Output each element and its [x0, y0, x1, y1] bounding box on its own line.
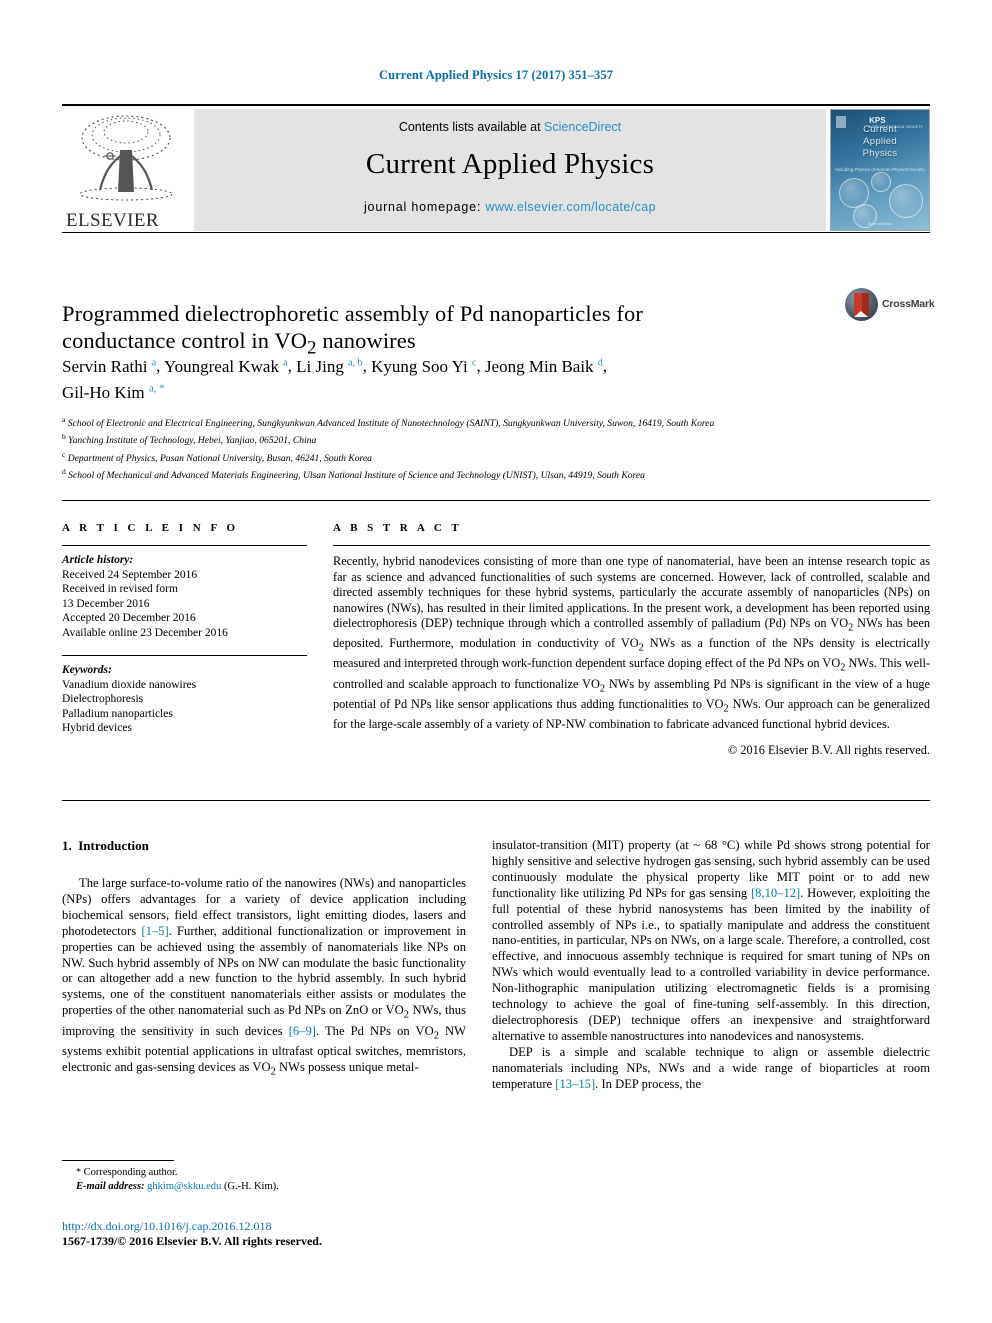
corresponding-author-label: Corresponding author.: [83, 1167, 178, 1178]
elsevier-tree-icon: [79, 115, 173, 201]
keywords-block: Keywords: Vanadium dioxide nanowires Die…: [62, 663, 307, 736]
corresponding-author-note: * Corresponding author.: [62, 1166, 466, 1180]
affiliation-item: b Yanching Institute of Technology, Hebe…: [62, 432, 317, 447]
title-divider: [62, 232, 930, 233]
author-entry[interactable]: Youngreal Kwak a: [164, 357, 288, 376]
abstract-column: A B S T R A C T Recently, hybrid nanodev…: [333, 522, 930, 758]
article-history-label: Article history:: [62, 554, 134, 566]
intro-paragraph-2: DEP is a simple and scalable technique t…: [492, 1044, 930, 1091]
citation-ref[interactable]: [6–9]: [289, 1024, 316, 1038]
contents-lists-line: Contents lists available at ScienceDirec…: [194, 109, 826, 134]
footnote-divider: [62, 1160, 174, 1161]
author-entry[interactable]: Gil-Ho Kim a, *: [62, 382, 165, 403]
crossmark-label: CrossMark: [882, 298, 935, 310]
citation-ref[interactable]: [13–15]: [555, 1077, 595, 1091]
body-divider: [62, 800, 930, 801]
keyword-item: Dielectrophoresis: [62, 693, 144, 705]
keyword-item: Palladium nanoparticles: [62, 707, 173, 720]
author-entry[interactable]: Jeong Min Baik d: [485, 357, 603, 376]
email-label: E-mail address:: [76, 1180, 145, 1192]
elsevier-logo: ELSEVIER: [62, 109, 190, 234]
article-info-column: A R T I C L E I N F O Article history: R…: [62, 522, 307, 736]
doi-link[interactable]: http://dx.doi.org/10.1016/j.cap.2016.12.…: [62, 1219, 562, 1234]
email-note: E-mail address: ghkim@skku.edu (G.-H. Ki…: [62, 1180, 466, 1194]
intro-paragraph-1-cont: insulator-transition (MIT) property (at …: [492, 838, 930, 1043]
sciencedirect-link[interactable]: ScienceDirect: [544, 120, 621, 134]
intro-paragraph-1: The large surface-to-volume ratio of the…: [62, 876, 466, 1078]
cover-bubble-icon: [871, 172, 891, 192]
history-item: Available online 23 December 2016: [62, 626, 228, 639]
section-heading-introduction: 1. Introduction: [62, 838, 149, 853]
citation-ref[interactable]: [8,10–12]: [751, 886, 800, 900]
author-list: Servin Rathi a, Youngreal Kwak a, Li Jin…: [62, 356, 608, 403]
journal-title: Current Applied Physics: [365, 148, 655, 180]
keyword-item: Vanadium dioxide nanowires: [62, 678, 197, 691]
abstract-text: Recently, hybrid nanodevices consisting …: [333, 554, 931, 731]
article-info-rule: [62, 545, 307, 546]
paper-page: Current Applied Physics 17 (2017) 351–35…: [0, 0, 992, 1323]
history-item: 13 December 2016: [62, 597, 150, 610]
corresponding-author-star: *: [76, 1167, 81, 1178]
journal-masthead: ELSEVIER Contents lists available at Sci…: [62, 104, 930, 232]
journal-cover-thumbnail: KPS KOREAN PHYSICAL SOCIETY Current Appl…: [830, 109, 930, 231]
homepage-url-link[interactable]: www.elsevier.com/locate/cap: [485, 200, 656, 214]
running-head: Current Applied Physics 17 (2017) 351–35…: [378, 68, 614, 82]
issn-copyright-line: 1567-1739/© 2016 Elsevier B.V. All right…: [62, 1234, 322, 1248]
title-line-2a: conductance control in VO: [62, 328, 308, 354]
abstract-copyright: © 2016 Elsevier B.V. All rights reserved…: [727, 743, 930, 758]
body-column-left: 1. Introduction The large surface-to-vol…: [62, 838, 466, 1080]
info-divider: [62, 500, 930, 501]
elsevier-wordmark: ELSEVIER: [66, 210, 159, 231]
cover-bubble-icon: [889, 184, 923, 218]
journal-banner: Contents lists available at ScienceDirec…: [194, 109, 826, 231]
author-entry[interactable]: Servin Rathi a: [62, 357, 156, 376]
body-column-right: insulator-transition (MIT) property (at …: [492, 838, 930, 1093]
crossmark-icon: [845, 287, 878, 321]
homepage-label: journal homepage:: [363, 200, 486, 214]
email-owner: (G.-H. Kim).: [223, 1180, 279, 1192]
history-item: Received 24 September 2016: [62, 568, 198, 581]
article-history: Article history: Received 24 September 2…: [62, 553, 307, 640]
abstract-heading: A B S T R A C T: [333, 522, 463, 534]
footnote-block: * Corresponding author. E-mail address: …: [62, 1166, 466, 1193]
title-line-2b: nanowires: [316, 328, 416, 354]
crossmark-badge[interactable]: CrossMark: [845, 286, 937, 322]
history-item: Received in revised form: [62, 583, 178, 595]
article-info-heading: A R T I C L E I N F O: [62, 522, 239, 534]
journal-homepage-line: journal homepage: www.elsevier.com/locat…: [194, 200, 826, 214]
contents-prefix: Contents lists available at: [398, 120, 545, 134]
title-line-1: Programmed dielectrophoretic assembly of…: [62, 301, 643, 327]
keyword-item: Hybrid devices: [62, 722, 132, 734]
email-link[interactable]: ghkim@skku.edu: [147, 1181, 221, 1192]
affiliation-item: d School of Mechanical and Advanced Mate…: [62, 467, 645, 482]
abstract-rule: [333, 545, 930, 546]
author-entry[interactable]: Li Jing a, b: [296, 357, 362, 376]
keywords-rule: [62, 655, 307, 656]
author-affiliation-mark: a, *: [148, 382, 165, 395]
affiliation-item: a School of Electronic and Electrical En…: [62, 415, 715, 430]
affiliation-item: c Department of Physics, Pusan National …: [62, 449, 372, 464]
history-item: Accepted 20 December 2016: [62, 612, 196, 624]
cover-journal-title: Current Applied Physics: [862, 124, 898, 159]
citation-ref[interactable]: [1–5]: [141, 924, 168, 938]
keywords-label: Keywords:: [62, 664, 112, 676]
cover-footer: ScienceDirect: [867, 221, 893, 226]
author-entry[interactable]: Kyung Soo Yi c: [371, 357, 476, 376]
author-affiliation-mark: a, b: [348, 357, 363, 368]
affiliation-list: a School of Electronic and Electrical En…: [62, 413, 932, 483]
